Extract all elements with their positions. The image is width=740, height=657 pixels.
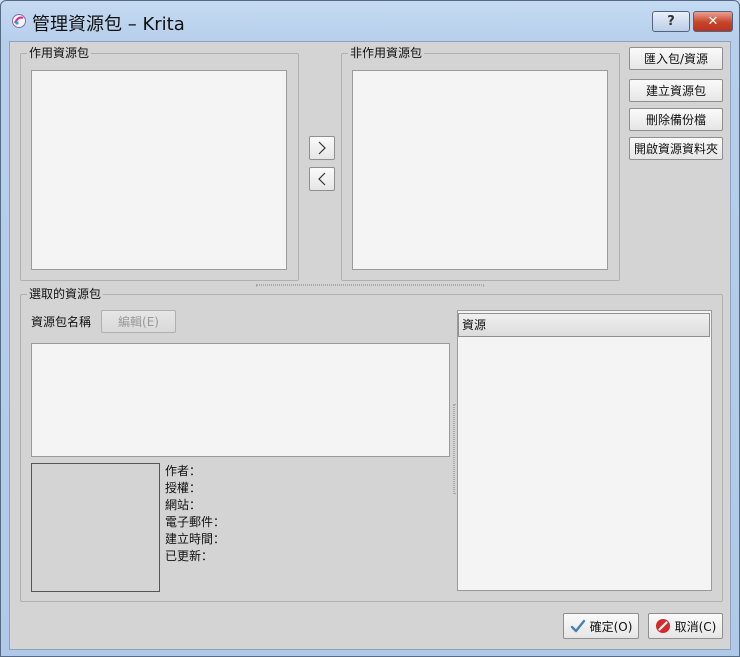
bundle-name-label: 資源包名稱 — [31, 315, 92, 329]
activate-bundle-button[interactable] — [309, 136, 335, 160]
inactive-bundles-list[interactable] — [352, 70, 608, 270]
manage-bundles-dialog: 管理資源包 – Krita ? ✕ 作用資源包 非作用資源包 匯入包/資源 建立… — [0, 0, 740, 657]
chevron-right-icon — [318, 141, 326, 155]
active-bundles-list[interactable] — [31, 70, 287, 270]
bundle-preview-image — [31, 463, 160, 592]
dialog-body: 作用資源包 非作用資源包 匯入包/資源 建立資源包 刪除備份檔 開啟資源資料夾 … — [9, 41, 731, 650]
resources-column-header[interactable]: 資源 — [458, 313, 710, 337]
updated-label: 已更新： — [165, 549, 214, 563]
title-bar[interactable]: 管理資源包 – Krita ? ✕ — [1, 1, 739, 41]
bundle-description — [31, 343, 450, 457]
vertical-splitter-handle[interactable] — [453, 404, 455, 494]
resources-list[interactable] — [457, 310, 712, 591]
splitter-handle[interactable] — [256, 284, 484, 286]
bundle-metadata: 作者： 授權： 網站： 電子郵件： 建立時間： 已更新： — [165, 463, 225, 565]
ok-button[interactable]: 確定(O) — [563, 613, 639, 639]
create-bundle-button[interactable]: 建立資源包 — [629, 79, 723, 102]
license-label: 授權： — [165, 481, 202, 495]
cancel-icon — [655, 619, 670, 633]
created-label: 建立時間： — [165, 532, 226, 546]
email-label: 電子郵件： — [165, 515, 226, 529]
selected-bundle-title: 選取的資源包 — [27, 287, 104, 301]
cancel-button[interactable]: 取消(C) — [648, 613, 723, 639]
window-title: 管理資源包 – Krita — [32, 14, 185, 35]
help-button[interactable]: ? — [652, 11, 690, 32]
open-resource-folder-button[interactable]: 開啟資源資料夾 — [629, 137, 723, 160]
inactive-bundles-group: 非作用資源包 — [341, 46, 620, 281]
help-icon: ? — [667, 14, 675, 29]
ok-button-label: 確定(O) — [589, 619, 633, 634]
cancel-button-label: 取消(C) — [674, 619, 717, 634]
close-icon: ✕ — [707, 14, 719, 29]
close-button[interactable]: ✕ — [693, 11, 733, 32]
deactivate-bundle-button[interactable] — [309, 167, 335, 191]
author-label: 作者： — [165, 464, 202, 478]
checkmark-icon — [570, 619, 585, 633]
krita-app-icon — [12, 14, 26, 28]
active-bundles-group: 作用資源包 — [20, 46, 299, 281]
chevron-left-icon — [318, 172, 326, 186]
import-bundle-button[interactable]: 匯入包/資源 — [629, 47, 723, 70]
inactive-bundles-title: 非作用資源包 — [348, 46, 425, 60]
website-label: 網站： — [165, 498, 202, 512]
active-bundles-title: 作用資源包 — [27, 46, 92, 60]
delete-backups-button[interactable]: 刪除備份檔 — [629, 108, 723, 131]
edit-button[interactable]: 編輯(E) — [101, 310, 176, 333]
